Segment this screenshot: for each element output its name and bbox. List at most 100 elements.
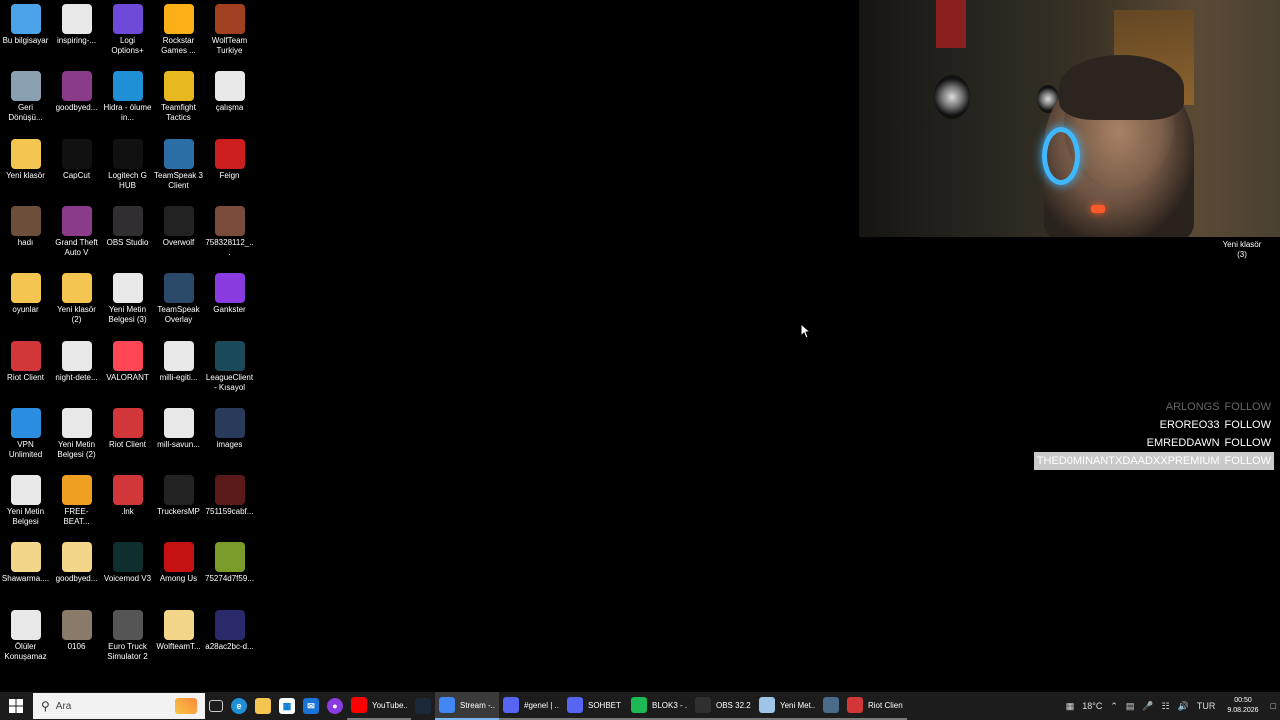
task-view-button[interactable] xyxy=(205,692,227,720)
folder-icon xyxy=(10,273,41,304)
desktop-icon[interactable]: Yeni Metin Belgesi (2) xyxy=(51,404,102,460)
taskbar-store-button[interactable]: ▦ xyxy=(275,692,299,720)
desktop-icon[interactable]: CapCut xyxy=(51,135,102,181)
desktop-icon[interactable]: Teamfight Tactics xyxy=(153,67,204,123)
taskbar-search-box[interactable]: ⚲ Ara xyxy=(33,693,205,719)
desktop-icon[interactable]: Yeni klasör xyxy=(0,135,51,181)
desktop-icon-label: Voicemod V3 xyxy=(103,574,152,584)
desktop-icon[interactable]: Feign xyxy=(204,135,255,181)
taskbar-app-button[interactable] xyxy=(411,692,435,720)
obs-icon xyxy=(695,697,711,713)
taskbar-app-button[interactable]: Yeni Met... xyxy=(755,692,819,720)
language-indicator[interactable]: TUR xyxy=(1197,701,1216,711)
desktop-icon[interactable]: OBS Studio xyxy=(102,202,153,248)
desktop-icon[interactable]: Geri Dönüşü... xyxy=(0,67,51,123)
microphone-icon[interactable]: 🎤 xyxy=(1142,701,1153,712)
taskbar-app-button[interactable]: Stream -... xyxy=(435,692,499,720)
desktop-icon[interactable]: Overwolf xyxy=(153,202,204,248)
desktop-icon[interactable]: 75274d7f59... xyxy=(204,538,255,584)
taskbar-edge-button[interactable]: e xyxy=(227,692,251,720)
desktop-icon[interactable]: WolfTeam Turkiye xyxy=(204,0,255,56)
desktop-icon[interactable]: .lnk xyxy=(102,471,153,517)
taskbar-clock[interactable]: 00:50 9.08.2026 xyxy=(1227,696,1258,716)
taskbar-app-button[interactable]: #genel | ... xyxy=(499,692,563,720)
image-icon xyxy=(61,609,92,640)
desktop-icon-label: CapCut xyxy=(62,170,91,180)
desktop-icon[interactable]: TeamSpeak Overlay xyxy=(153,269,204,325)
desktop-icon[interactable]: Voicemod V3 xyxy=(102,538,153,584)
taskbar-app-button[interactable]: Riot Client xyxy=(843,692,907,720)
desktop-icon[interactable]: FREE-BEAT... xyxy=(51,471,102,527)
desktop-icon[interactable]: Hidra - ölume in... xyxy=(102,67,153,123)
desktop-icon-label: milli-egiti... xyxy=(159,372,198,382)
desktop-icon[interactable]: 758328112_... xyxy=(204,202,255,258)
desktop-icon-label: Riot Client xyxy=(7,372,44,382)
desktop-icon[interactable]: Ölüler Konuşamaz xyxy=(0,606,51,662)
notification-icon[interactable]: □ xyxy=(1271,701,1276,711)
start-button[interactable] xyxy=(0,692,32,720)
desktop-icon[interactable]: Rockstar Games ... xyxy=(153,0,204,56)
desktop-icon[interactable]: goodbyed... xyxy=(51,67,102,113)
wifi-icon[interactable]: ☷ xyxy=(1162,701,1170,712)
weather-temperature[interactable]: 18°C xyxy=(1082,701,1102,711)
desktop-icon[interactable]: Logi Options+ xyxy=(102,0,153,56)
desktop-icon[interactable]: hadı xyxy=(0,202,51,248)
folder-icon xyxy=(163,609,194,640)
network-icon[interactable]: ▤ xyxy=(1126,701,1135,712)
image-icon xyxy=(214,205,245,236)
task-view-icon xyxy=(209,700,223,712)
image-icon xyxy=(61,475,92,506)
taskbar-app-button[interactable]: OBS 32.2... xyxy=(691,692,755,720)
desktop-icon[interactable]: TeamSpeak 3 Client xyxy=(153,135,204,191)
desktop-icon-label: VALORANT xyxy=(106,372,149,382)
desktop-icon[interactable]: images xyxy=(204,404,255,450)
desktop-icon-label: Among Us xyxy=(159,574,198,584)
video-icon xyxy=(10,609,41,640)
desktop-icon[interactable]: 0106 xyxy=(51,606,102,652)
desktop-icon[interactable]: Logitech G HUB xyxy=(102,135,153,191)
taskbar-app-button[interactable]: YouTube... xyxy=(347,692,411,720)
desktop-icon-label: Yeni klasör xyxy=(6,170,45,180)
desktop-icon[interactable]: Yeni klasör (2) xyxy=(51,269,102,325)
desktop-icon[interactable]: Riot Client xyxy=(102,404,153,450)
desktop-icon[interactable]: goodbyed... xyxy=(51,538,102,584)
desktop-icon[interactable]: WolfteamT... xyxy=(153,606,204,652)
desktop-icon[interactable]: Euro Truck Simulator 2 xyxy=(102,606,153,662)
desktop-icon[interactable]: inspiring-... xyxy=(51,0,102,46)
desktop-icon[interactable]: a28ac2bc-d... xyxy=(204,606,255,652)
taskbar-app-button[interactable]: SOHBET ... xyxy=(563,692,627,720)
logitech-g-icon xyxy=(112,138,143,169)
desktop-icon-yeni-klasor-3[interactable]: Yeni klasör (3) xyxy=(1216,240,1268,260)
desktop-icon[interactable]: VPN Unlimited xyxy=(0,404,51,460)
desktop-icon[interactable]: Bu bilgisayar xyxy=(0,0,51,46)
desktop-icon[interactable]: TruckersMP xyxy=(153,471,204,517)
desktop-icon-label: Euro Truck Simulator 2 xyxy=(107,641,148,661)
desktop-icon[interactable]: mill-savun... xyxy=(153,404,204,450)
taskbar-gankster-button[interactable]: ● xyxy=(323,692,347,720)
chevron-up-icon[interactable]: ⌃ xyxy=(1110,701,1118,712)
desktop-icon[interactable]: Grand Theft Auto V xyxy=(51,202,102,258)
desktop-icon[interactable]: Yeni Metin Belgesi xyxy=(0,471,51,527)
desktop-icon-label: TruckersMP xyxy=(157,507,200,517)
desktop-icon[interactable]: Among Us xyxy=(153,538,204,584)
weather-icon: ▦ xyxy=(1065,700,1075,711)
desktop-icon[interactable]: VALORANT xyxy=(102,337,153,383)
desktop-icon-label: Yeni Metin Belgesi (2) xyxy=(57,439,96,459)
desktop-icon[interactable]: Gankster xyxy=(204,269,255,315)
desktop-icon[interactable]: 751159cabf... xyxy=(204,471,255,517)
taskbar-file-explorer-button[interactable] xyxy=(251,692,275,720)
desktop-icon[interactable]: Yeni Metin Belgesi (3) xyxy=(102,269,153,325)
desktop-icon[interactable]: milli-egiti... xyxy=(153,337,204,383)
desktop-icon[interactable]: Shawarma.... xyxy=(0,538,51,584)
league-icon xyxy=(214,340,245,371)
taskbar-mail-button[interactable]: ✉ xyxy=(299,692,323,720)
taskbar-app-button[interactable]: BLOK3 - ... xyxy=(627,692,691,720)
desktop-icon[interactable]: Riot Client xyxy=(0,337,51,383)
taskbar-app-button[interactable] xyxy=(819,692,843,720)
desktop-icon[interactable]: night-dete... xyxy=(51,337,102,383)
speaker-icon[interactable]: 🔊 xyxy=(1178,701,1189,712)
desktop-icon[interactable]: LeagueClient - Kısayol xyxy=(204,337,255,393)
text-file-icon xyxy=(10,475,41,506)
desktop-icon[interactable]: çalışma xyxy=(204,67,255,113)
desktop-icon[interactable]: oyunlar xyxy=(0,269,51,315)
